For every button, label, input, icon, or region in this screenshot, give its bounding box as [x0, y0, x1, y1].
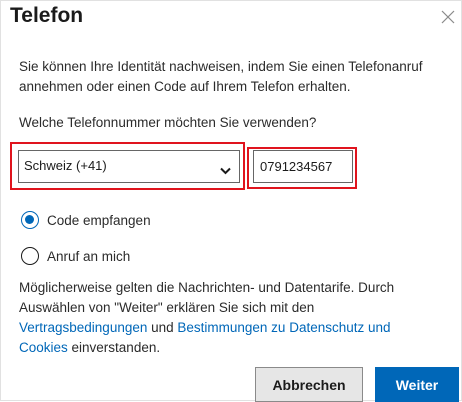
- privacy-link-cont[interactable]: Cookies: [19, 340, 68, 355]
- intro-text: Sie können Ihre Identität nachweisen, in…: [19, 57, 449, 97]
- notice-line-2: Auswählen von "Weiter" erklären Sie sich…: [19, 300, 315, 315]
- chevron-down-icon: [220, 162, 231, 180]
- terms-link[interactable]: Vertragsbedingungen: [19, 320, 147, 335]
- phone-question: Welche Telefonnummer möchten Sie verwend…: [19, 115, 317, 130]
- option-anruf-an-mich[interactable]: Anruf an mich: [21, 246, 130, 266]
- next-button[interactable]: Weiter: [375, 367, 459, 402]
- radio-unchecked[interactable]: [21, 247, 39, 265]
- country-code-value: Schweiz (+41): [24, 158, 107, 173]
- notice-line-4: Cookies einverstanden.: [19, 338, 449, 358]
- option-code-empfangen[interactable]: Code empfangen: [21, 210, 151, 230]
- dialog-title: Telefon: [10, 4, 84, 27]
- notice-line-1: Möglicherweise gelten die Nachrichten- u…: [19, 280, 395, 295]
- option-label: Code empfangen: [47, 212, 151, 228]
- rates-notice: Möglicherweise gelten die Nachrichten- u…: [19, 278, 449, 358]
- intro-line-2: annehmen oder einen Code auf Ihrem Telef…: [19, 79, 351, 94]
- close-icon[interactable]: [441, 10, 455, 24]
- notice-line-3: Vertragsbedingungen und Bestimmungen zu …: [19, 318, 449, 338]
- intro-line-1: Sie können Ihre Identität nachweisen, in…: [19, 59, 423, 74]
- cancel-button[interactable]: Abbrechen: [255, 367, 363, 402]
- notice-and: und: [147, 320, 178, 335]
- radio-checked[interactable]: [21, 211, 39, 229]
- phone-number-input[interactable]: [253, 150, 353, 183]
- privacy-link[interactable]: Bestimmungen zu Datenschutz und: [177, 320, 390, 335]
- option-label: Anruf an mich: [47, 248, 131, 264]
- phone-verification-dialog: Telefon Sie können Ihre Identität nachwe…: [0, 0, 462, 402]
- country-code-select[interactable]: Schweiz (+41): [18, 150, 240, 183]
- notice-end: einverstanden.: [67, 340, 161, 355]
